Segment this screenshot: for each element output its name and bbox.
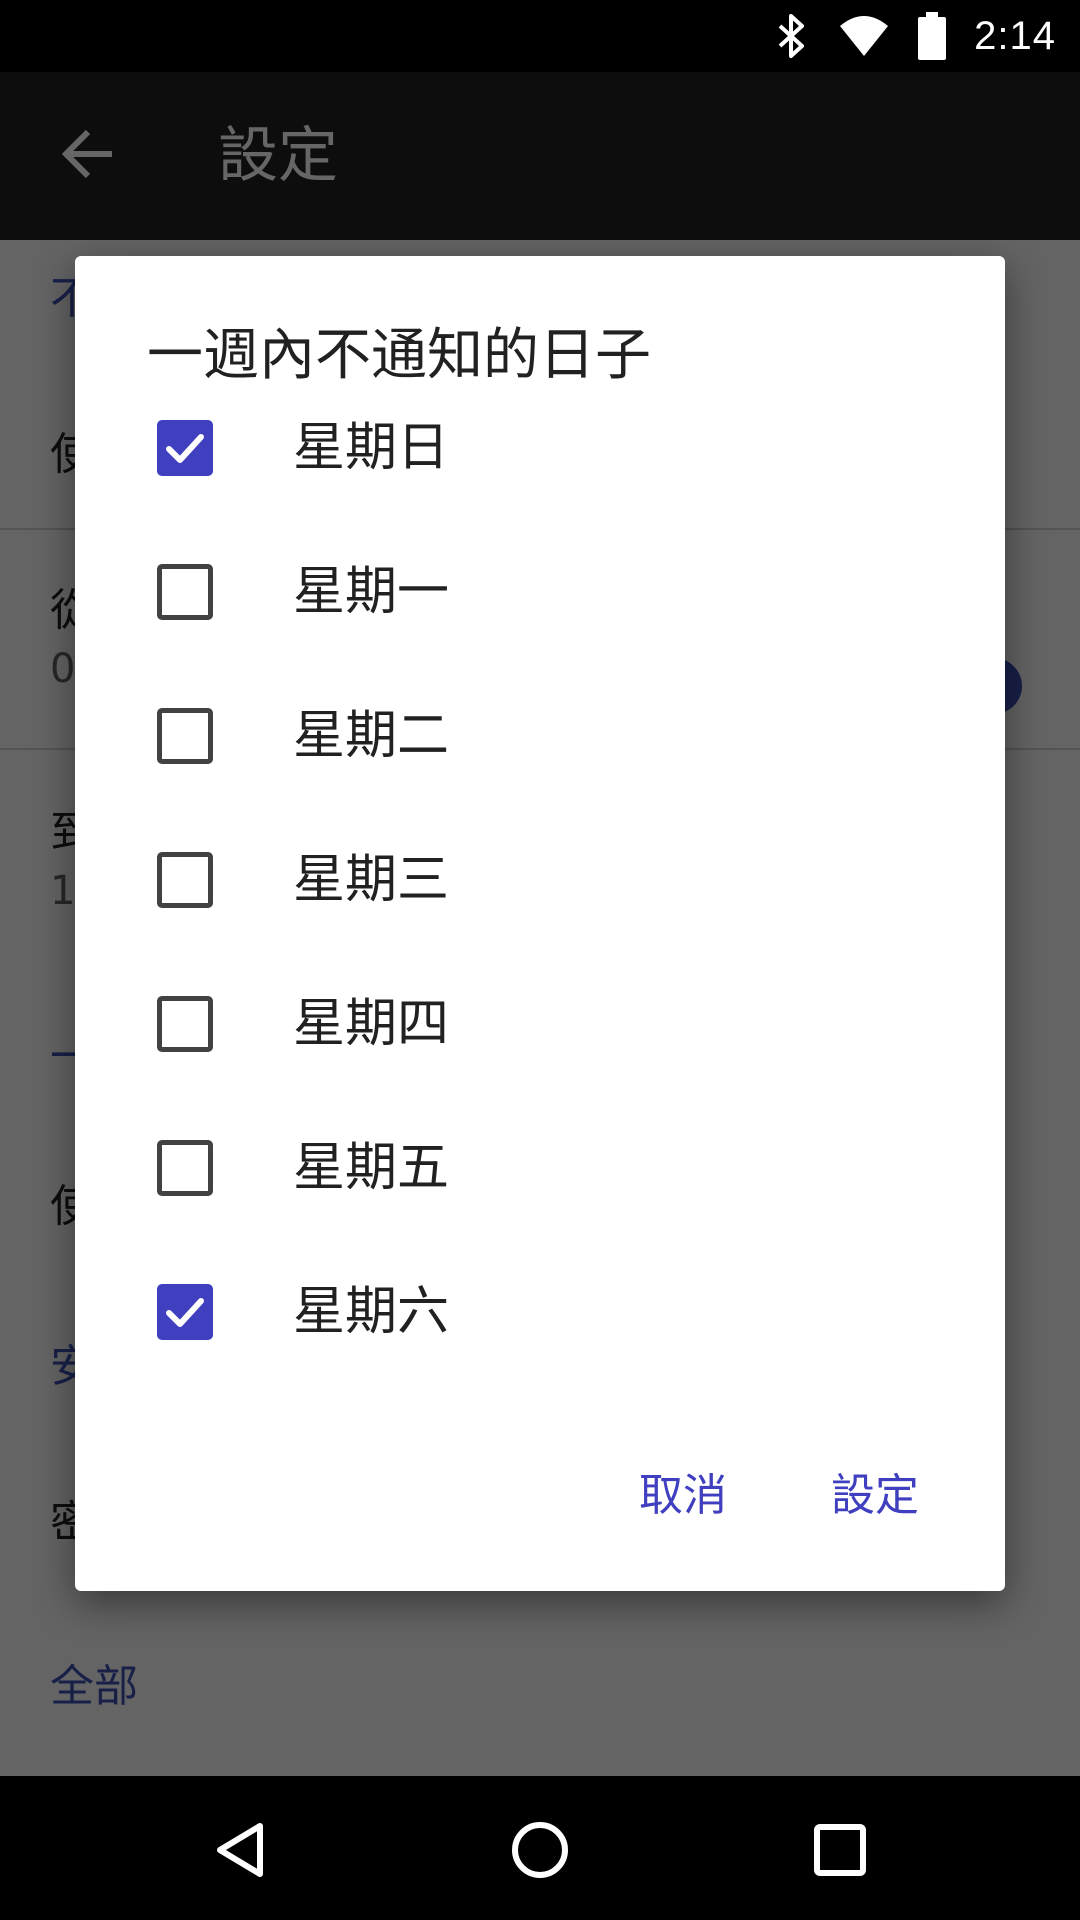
- checkbox[interactable]: [157, 420, 213, 476]
- day-item-tuesday[interactable]: 星期二: [75, 664, 1005, 808]
- checkbox[interactable]: [157, 708, 213, 764]
- day-label: 星期六: [293, 1282, 450, 1342]
- day-item-sunday[interactable]: 星期日: [75, 376, 1005, 520]
- checkbox[interactable]: [157, 1284, 213, 1340]
- check-icon: [166, 434, 204, 463]
- day-label: 星期日: [293, 418, 450, 478]
- checkbox[interactable]: [157, 996, 213, 1052]
- day-item-thursday[interactable]: 星期四: [75, 952, 1005, 1096]
- day-item-monday[interactable]: 星期一: [75, 520, 1005, 664]
- status-icons: 2:14: [774, 0, 1056, 72]
- nav-recents-button[interactable]: [800, 1812, 880, 1892]
- checkbox[interactable]: [157, 1140, 213, 1196]
- checkbox[interactable]: [157, 852, 213, 908]
- day-label: 星期一: [293, 562, 450, 622]
- home-circle-icon: [508, 1818, 572, 1886]
- confirm-button[interactable]: 設定: [819, 1464, 931, 1528]
- day-label: 星期四: [293, 994, 450, 1054]
- check-icon: [166, 1298, 204, 1327]
- day-label: 星期三: [293, 850, 450, 910]
- wifi-icon: [838, 14, 890, 58]
- navigation-bar: [0, 1776, 1080, 1920]
- days-dialog: 一週內不通知的日子 星期日 星期一 星期二 星期三 星期四 星期五 星期六 取消…: [75, 256, 1005, 1591]
- bluetooth-icon: [774, 12, 810, 60]
- nav-home-button[interactable]: [500, 1812, 580, 1892]
- status-bar: 2:14: [0, 0, 1080, 72]
- checkbox[interactable]: [157, 564, 213, 620]
- day-label: 星期二: [293, 706, 450, 766]
- status-clock: 2:14: [974, 13, 1056, 58]
- recents-square-icon: [808, 1818, 872, 1886]
- back-triangle-icon: [208, 1818, 272, 1886]
- cancel-button[interactable]: 取消: [627, 1464, 739, 1528]
- day-item-saturday[interactable]: 星期六: [75, 1240, 1005, 1384]
- nav-back-button[interactable]: [200, 1812, 280, 1892]
- battery-icon: [918, 12, 947, 60]
- day-label: 星期五: [293, 1138, 450, 1198]
- day-item-friday[interactable]: 星期五: [75, 1096, 1005, 1240]
- day-item-wednesday[interactable]: 星期三: [75, 808, 1005, 952]
